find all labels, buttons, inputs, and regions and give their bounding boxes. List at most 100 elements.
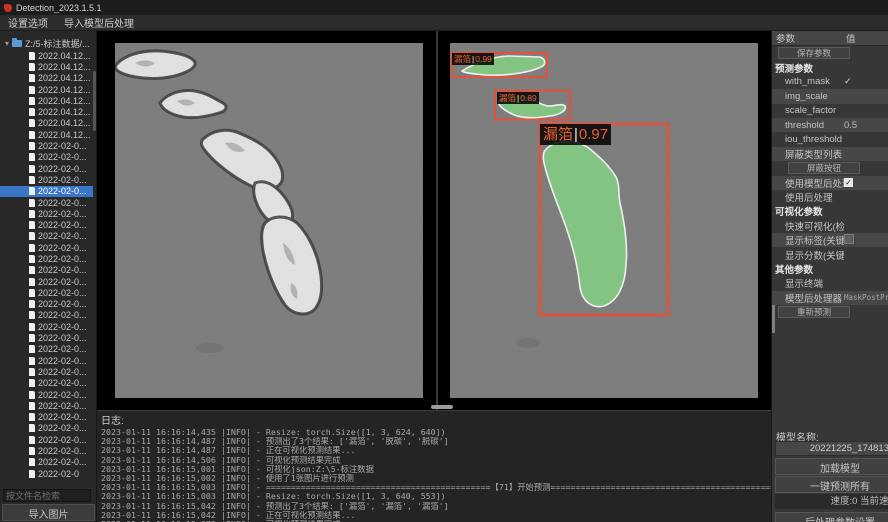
param-value[interactable]: ✓ (844, 177, 888, 188)
tree-file-item[interactable]: 2022-02-0... (0, 434, 93, 445)
file-icon (29, 221, 35, 229)
file-icon (29, 458, 35, 466)
tree-file-item[interactable]: 2022.04.12... (0, 50, 93, 61)
tree-file-item[interactable]: 2022-02-0... (0, 163, 93, 174)
tree-file-item[interactable]: 2022-02-0... (0, 231, 93, 242)
tree-file-item[interactable]: 2022-02-0... (0, 400, 93, 411)
param-row[interactable]: 显示终端 (772, 276, 888, 290)
log-line: 2023-01-11 16:16:14,435 |INFO| - Resize:… (97, 428, 771, 437)
param-row[interactable]: 显示标签(关键点) (772, 233, 888, 247)
tree-root-folder[interactable]: ▾ Z:/5-标注数据/... (0, 37, 93, 50)
tree-file-item[interactable]: 2022-02-0... (0, 219, 93, 230)
param-name: 显示分数(关键点) (785, 248, 844, 262)
tree-file-item[interactable]: 2022-02-0... (0, 423, 93, 434)
tree-file-item[interactable]: 2022-02-0... (0, 253, 93, 264)
param-button[interactable]: 重新预测 (778, 306, 850, 318)
tree-file-item[interactable]: 2022.04.12... (0, 61, 93, 72)
tree-file-item[interactable]: 2022-02-0... (0, 366, 93, 377)
tree-file-item[interactable]: 2022-02-0... (0, 378, 93, 389)
param-row[interactable]: threshold0.5 (772, 118, 888, 132)
file-name: 2022-02-0... (38, 423, 87, 433)
detection-class: 漏箔 (499, 93, 516, 103)
tree-file-item[interactable]: 2022.04.12... (0, 73, 93, 84)
param-value[interactable]: 0.5 (844, 120, 888, 131)
value-column-header: 值 (846, 31, 888, 45)
param-row[interactable]: with_mask✓ (772, 75, 888, 89)
param-row[interactable]: scale_factor (772, 104, 888, 118)
param-button[interactable]: 屏蔽按钮 (788, 162, 860, 174)
tree-file-item[interactable]: 2022-02-0... (0, 287, 93, 298)
predict-all-button[interactable]: 一键预测所有 (775, 476, 888, 493)
log-title: 日志: (97, 411, 771, 428)
original-image (115, 43, 423, 398)
tree-file-item[interactable]: 2022.04.12... (0, 95, 93, 106)
params-table-header: 参数 值 (772, 31, 888, 46)
check-icon: ✓ (844, 76, 852, 86)
tree-file-item[interactable]: 2022-02-0... (0, 389, 93, 400)
load-model-button[interactable]: 加载模型 (775, 458, 888, 475)
file-name: 2022-02-0... (38, 288, 87, 298)
log-line: 2023-01-11 16:16:15,003 |INFO| - Resize:… (97, 492, 771, 501)
tree-file-item[interactable]: 2022-02-0... (0, 265, 93, 276)
prediction-image-view[interactable]: 漏箔|0.99 漏箔|0.89 漏箔|0.97 (450, 43, 758, 398)
app-icon (4, 4, 12, 12)
checkbox-empty-icon[interactable] (844, 234, 854, 244)
model-name-value[interactable]: 20221225_174813 (775, 441, 888, 456)
param-value[interactable]: ✓ (844, 76, 888, 87)
param-row[interactable]: img_scale (772, 89, 888, 103)
checkbox-checked-icon[interactable]: ✓ (844, 178, 853, 187)
tree-file-item[interactable]: 2022-02-0... (0, 355, 93, 366)
image-splitter[interactable] (436, 31, 438, 410)
file-name: 2022-02-0... (38, 401, 87, 411)
param-value[interactable] (844, 234, 888, 247)
file-name: 2022-02-0... (38, 356, 87, 366)
file-icon (29, 199, 35, 207)
tree-file-item[interactable]: 2022-02-0... (0, 276, 93, 287)
tree-file-item[interactable]: 2022-02-0... (0, 197, 93, 208)
original-image-view[interactable] (115, 43, 423, 398)
tree-file-item[interactable]: 2022.04.12... (0, 106, 93, 117)
param-row[interactable]: iou_threshold (772, 132, 888, 146)
log-console[interactable]: 日志: 2023-01-11 16:16:14,435 |INFO| - Res… (97, 410, 771, 522)
tree-file-item[interactable]: 2022-02-0... (0, 321, 93, 332)
param-row[interactable]: 使用模型后处理✓ (772, 176, 888, 190)
tree-file-item[interactable]: 2022-02-0... (0, 186, 93, 197)
param-button[interactable]: 保存参数 (778, 47, 850, 59)
param-row[interactable]: 屏蔽类型列表 (772, 147, 888, 161)
detection-class: 漏箔 (454, 54, 471, 64)
import-images-button[interactable]: 导入图片 (2, 504, 95, 521)
tree-file-item[interactable]: 2022-02-0... (0, 242, 93, 253)
param-row[interactable]: 快速可视化(检测) (772, 219, 888, 233)
param-row[interactable]: 模型后处理器MaskPostPro (772, 291, 888, 305)
tree-file-item[interactable]: 2022-02-0 (0, 468, 93, 479)
tree-file-item[interactable]: 2022-02-0... (0, 140, 93, 151)
file-tree[interactable]: ▾ Z:/5-标注数据/... 2022.04.12...2022.04.12.… (0, 37, 93, 481)
tree-file-item[interactable]: 2022.04.12... (0, 129, 93, 140)
label-separator: | (472, 54, 474, 64)
tree-file-item[interactable]: 2022-02-0... (0, 332, 93, 343)
menu-settings[interactable]: 设置选项 (8, 15, 48, 30)
tree-file-item[interactable]: 2022-02-0... (0, 208, 93, 219)
tree-file-item[interactable]: 2022.04.12... (0, 84, 93, 95)
horizontal-scrollbar[interactable] (431, 405, 453, 409)
expand-arrow-icon[interactable]: ▾ (5, 39, 9, 48)
tree-file-item[interactable]: 2022-02-0... (0, 174, 93, 185)
file-name: 2022-02-0... (38, 367, 87, 377)
tree-file-item[interactable]: 2022-02-0... (0, 445, 93, 456)
param-row[interactable]: 显示分数(关键点) (772, 247, 888, 261)
param-section-header: 预测参数 (772, 60, 888, 74)
tree-file-item[interactable]: 2022.04.12... (0, 118, 93, 129)
tree-file-item[interactable]: 2022-02-0... (0, 152, 93, 163)
tree-file-item[interactable]: 2022-02-0... (0, 299, 93, 310)
tree-scrollbar[interactable] (93, 71, 96, 131)
params-scrollbar[interactable] (772, 305, 775, 333)
param-row[interactable]: 使用后处理 (772, 190, 888, 204)
tree-file-item[interactable]: 2022-02-0... (0, 310, 93, 321)
menu-import-postprocess[interactable]: 导入模型后处理 (64, 15, 134, 30)
filename-search-input[interactable] (3, 489, 91, 502)
tree-file-item[interactable]: 2022-02-0... (0, 412, 93, 423)
param-value[interactable]: MaskPostPro (844, 293, 888, 302)
tree-file-item[interactable]: 2022-02-0... (0, 344, 93, 355)
postprocess-settings-button[interactable]: 后处理参数设置 (775, 512, 888, 522)
tree-file-item[interactable]: 2022-02-0... (0, 457, 93, 468)
